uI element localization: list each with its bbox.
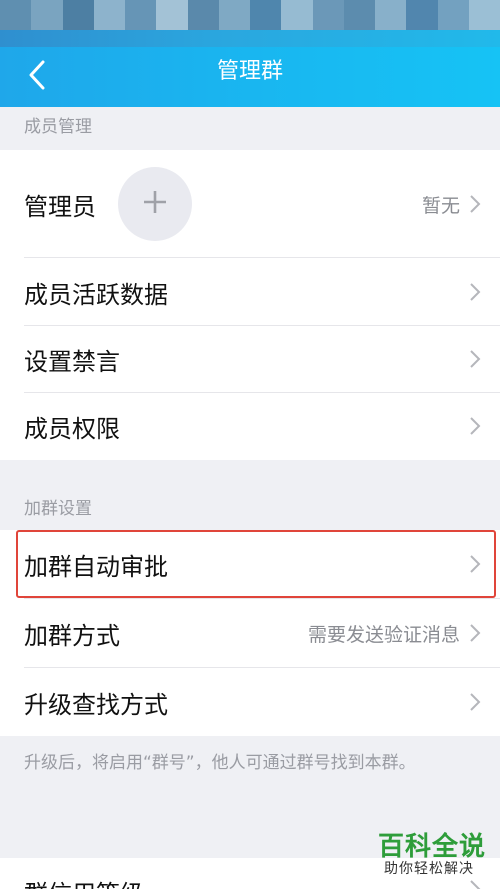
chevron-right-icon (468, 691, 482, 713)
join-method-label: 加群方式 (24, 621, 120, 650)
chevron-right-icon (468, 281, 482, 303)
watermark-logo: 百科全说 助你轻松解决 (370, 826, 494, 878)
admin-row[interactable]: 管理员 暂无 (0, 150, 500, 258)
join-method-value: 需要发送验证消息 (307, 623, 460, 646)
chevron-right-icon (468, 622, 482, 644)
plus-icon (141, 188, 169, 220)
member-activity-label: 成员活跃数据 (24, 280, 168, 309)
chevron-right-icon (468, 415, 482, 437)
upgrade-hint: 升级后，将启用“群号”，他人可通过群号找到本群。 (24, 753, 416, 773)
watermark-subtitle: 助你轻松解决 (384, 861, 474, 877)
nav-bar: 管理群 (0, 47, 500, 107)
chevron-right-icon (468, 878, 482, 889)
section-label-member-management: 成员管理 (24, 117, 92, 137)
admin-label: 管理员 (24, 192, 96, 221)
member-activity-row[interactable]: 成员活跃数据 (0, 258, 500, 326)
upgrade-search-row[interactable]: 升级查找方式 (0, 668, 500, 736)
admin-value: 暂无 (421, 194, 460, 217)
join-method-row[interactable]: 加群方式 需要发送验证消息 (0, 599, 500, 667)
section-label-join-settings: 加群设置 (24, 499, 92, 519)
mute-settings-label: 设置禁言 (24, 348, 120, 376)
status-bar (0, 0, 500, 47)
upgrade-search-label: 升级查找方式 (24, 690, 168, 719)
member-management-card: 管理员 暂无 成员活跃数据 设置禁言 成员权限 (0, 150, 500, 460)
page-title: 管理群 (216, 59, 283, 84)
add-admin-button[interactable] (118, 167, 192, 241)
mute-settings-row[interactable]: 设置禁言 (0, 326, 500, 393)
chevron-right-icon (468, 193, 482, 215)
highlight-box (16, 530, 496, 598)
member-permissions-label: 成员权限 (24, 415, 120, 443)
blurred-status-area (0, 0, 500, 30)
credit-level-label: 群信用等级 (24, 874, 144, 889)
chevron-right-icon (468, 348, 482, 370)
member-permissions-row[interactable]: 成员权限 (0, 393, 500, 460)
